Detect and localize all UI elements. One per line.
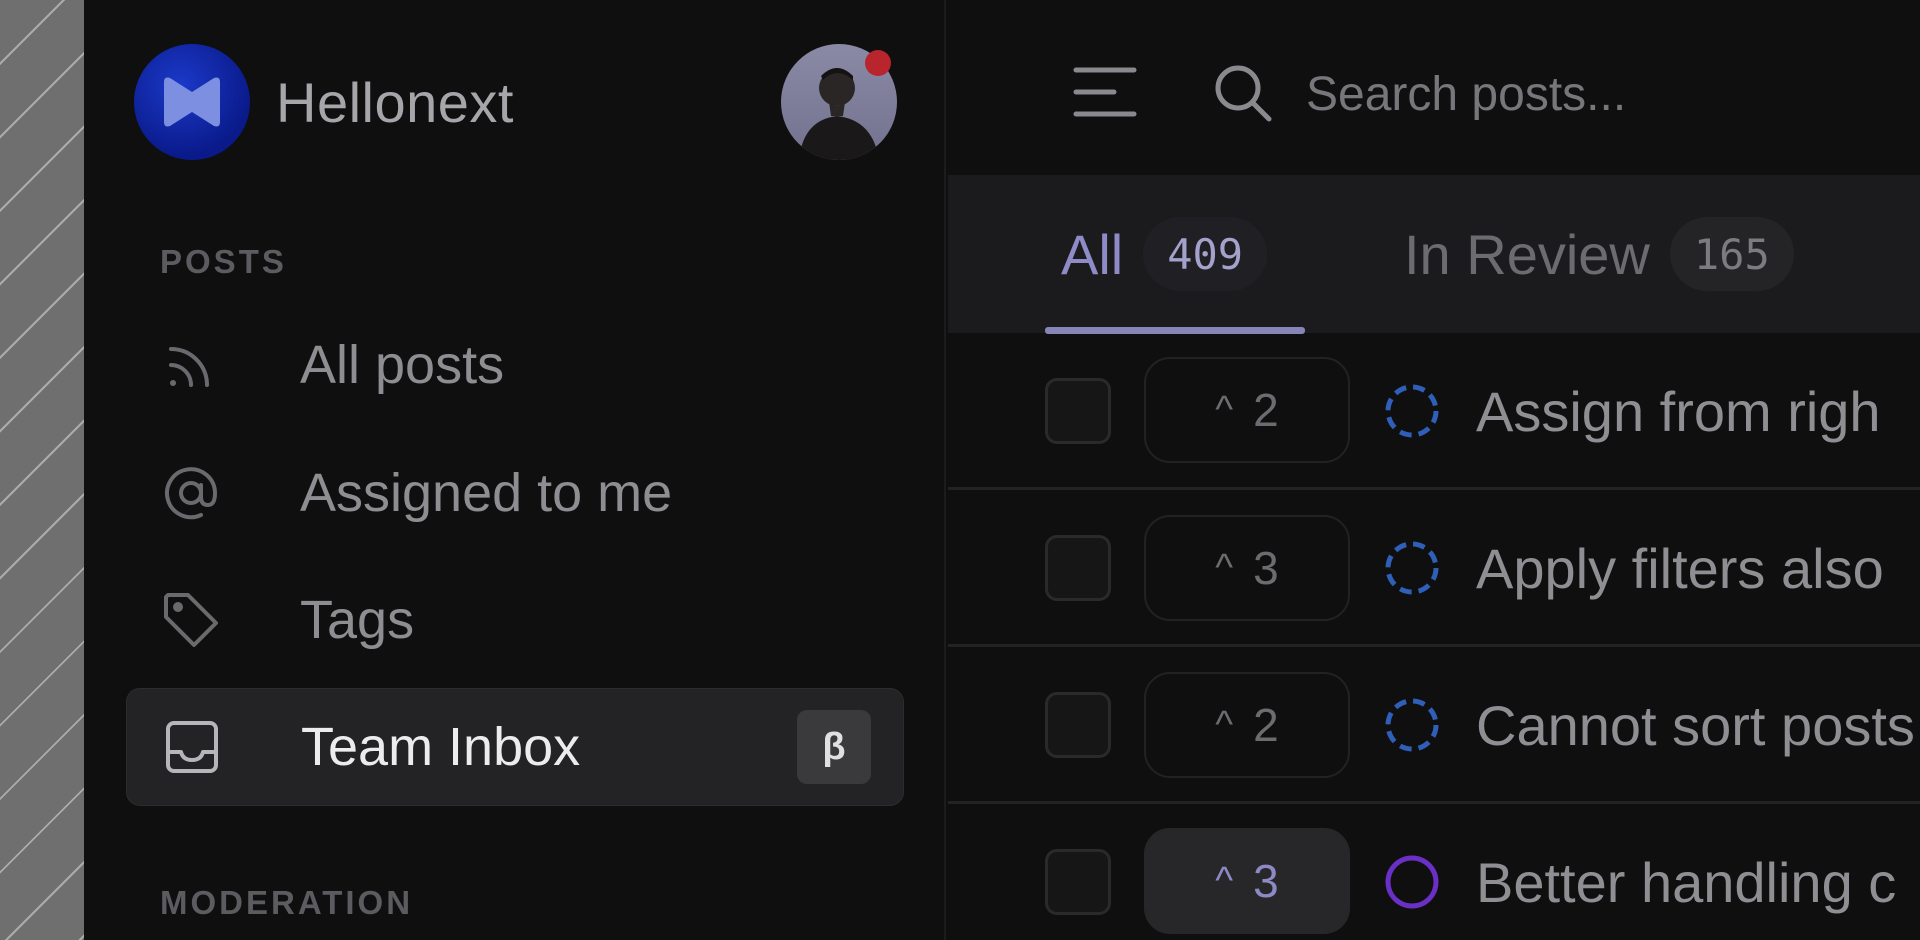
section-label-moderation: MODERATION [160,884,414,921]
caret-up-icon: ^ [1215,859,1234,902]
tab-count: 409 [1143,217,1268,291]
tab-in-review[interactable]: In Review 165 [1404,175,1794,333]
brand-name: Hellonext [276,70,514,134]
search-icon [1212,62,1274,124]
top-bar [948,0,1920,175]
table-row[interactable]: ^ 2 Cannot sort posts [948,647,1920,804]
sidebar-item-label: All posts [300,335,505,395]
beta-badge: β [797,710,871,784]
tab-count: 165 [1669,217,1794,291]
sidebar: Hellonext POSTS All posts Assigned to me… [84,0,946,940]
main-panel: All 409 In Review 165 ^ 2 Assign from ri… [948,0,1920,940]
status-in-review-icon [1384,540,1440,596]
upvote-button[interactable]: ^ 3 [1144,515,1350,621]
menu-icon[interactable] [1072,64,1138,120]
caret-up-icon: ^ [1215,388,1234,431]
upvote-button[interactable]: ^ 2 [1144,357,1350,463]
section-label-posts: POSTS [160,243,287,280]
at-icon [160,462,222,524]
upvote-button[interactable]: ^ 2 [1144,672,1350,778]
rss-icon [160,334,222,396]
status-planned-icon [1384,854,1440,910]
search-input[interactable] [1306,60,1866,128]
caret-up-icon: ^ [1215,703,1234,746]
sidebar-item-team-inbox[interactable]: Team Inbox β [126,688,904,806]
notification-dot [865,50,891,76]
vote-count: 2 [1253,699,1279,751]
status-in-review-icon [1384,697,1440,753]
vote-count: 3 [1253,855,1279,907]
vote-count: 3 [1253,542,1279,594]
tag-icon [160,589,222,651]
post-title[interactable]: Assign from righ [1476,379,1881,444]
inbox-icon [161,716,223,778]
post-title[interactable]: Better handling c [1476,850,1896,915]
tab-label: All [1061,222,1124,286]
row-checkbox[interactable] [1045,535,1111,601]
upvote-button[interactable]: ^ 3 [1144,828,1350,934]
user-avatar[interactable] [781,44,897,160]
status-in-review-icon [1384,383,1440,439]
tab-label: In Review [1404,222,1650,286]
row-checkbox[interactable] [1045,378,1111,444]
sidebar-item-tags[interactable]: Tags [126,561,904,679]
table-row[interactable]: ^ 2 Assign from righ [948,333,1920,490]
sidebar-item-label: Team Inbox [301,717,581,777]
row-checkbox[interactable] [1045,692,1111,758]
sidebar-item-assigned-to-me[interactable]: Assigned to me [126,434,904,552]
hellonext-logo-icon [134,44,250,160]
post-title[interactable]: Cannot sort posts [1476,693,1915,758]
background-stripe [0,0,84,940]
sidebar-item-label: Tags [300,590,415,650]
vote-count: 2 [1253,384,1279,436]
filter-tabs: All 409 In Review 165 [948,175,1920,334]
sidebar-item-label: Assigned to me [300,463,673,523]
tab-all[interactable]: All 409 [1061,175,1268,333]
table-row[interactable]: ^ 3 Apply filters also [948,490,1920,647]
post-title[interactable]: Apply filters also [1476,536,1884,601]
table-row[interactable]: ^ 3 Better handling c [948,804,1920,940]
row-checkbox[interactable] [1045,849,1111,915]
sidebar-item-all-posts[interactable]: All posts [126,306,904,424]
caret-up-icon: ^ [1215,546,1234,589]
brand[interactable]: Hellonext [134,44,514,160]
